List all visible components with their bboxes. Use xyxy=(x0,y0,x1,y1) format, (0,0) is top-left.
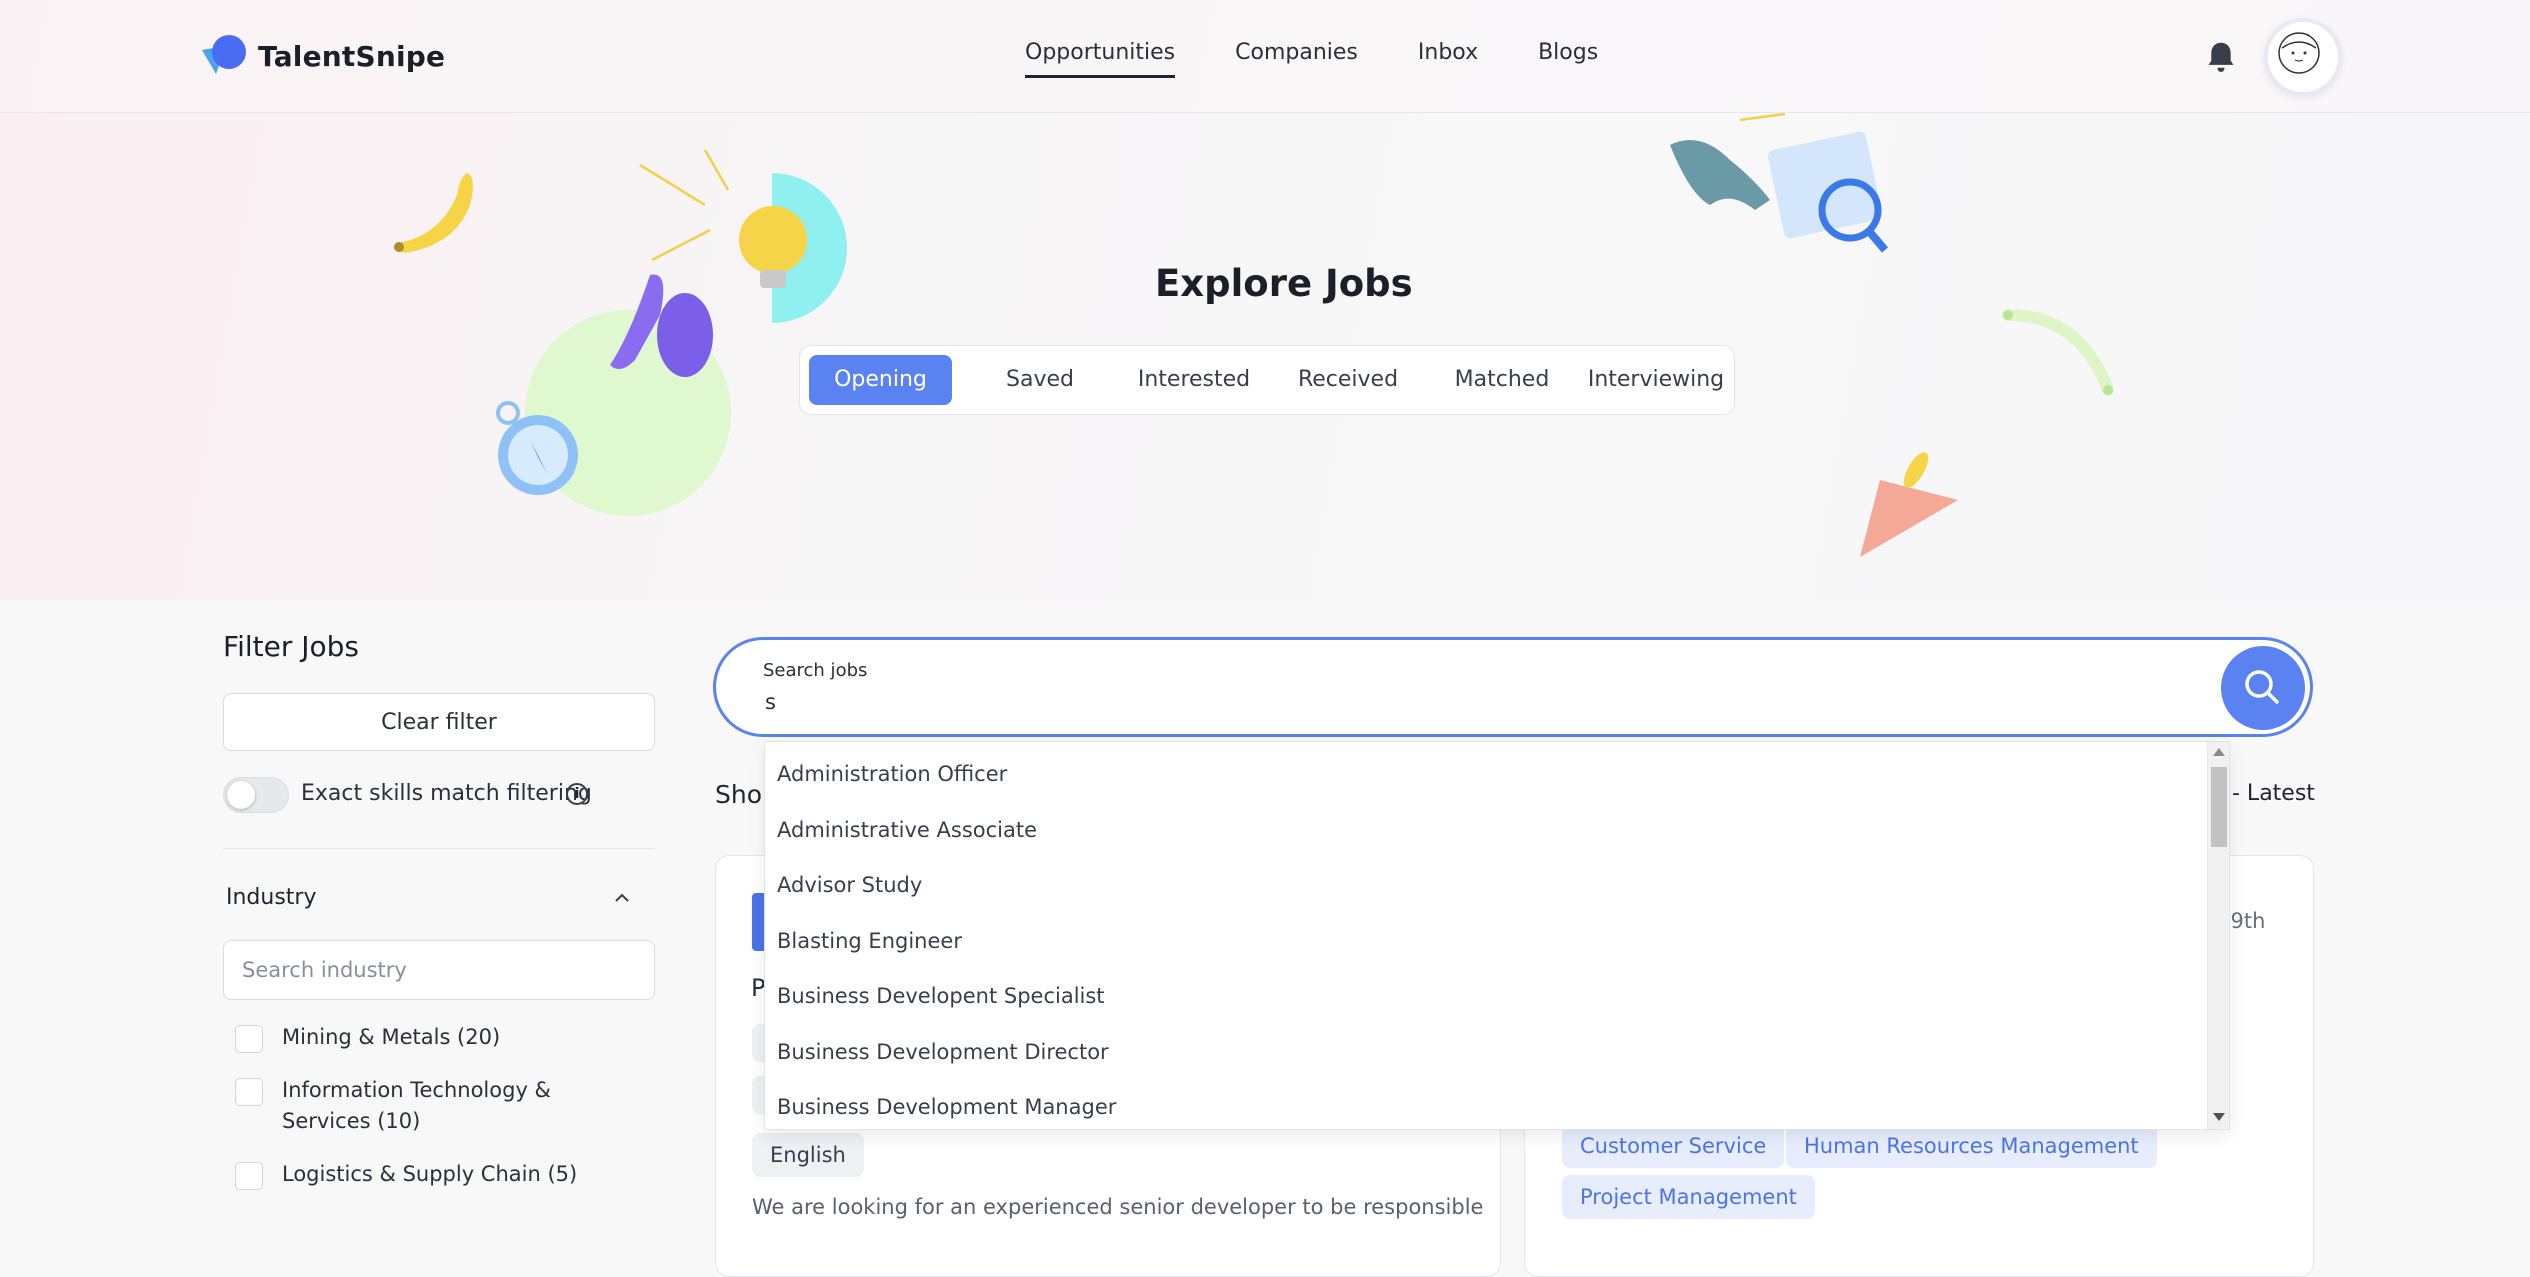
tab-interviewing[interactable]: Interviewing xyxy=(1579,355,1733,405)
industry-option-label: Logistics & Supply Chain (5) xyxy=(282,1162,578,1186)
industry-section-title[interactable]: Industry xyxy=(226,885,317,910)
banana-decoration xyxy=(394,173,473,253)
results-count-text: Sho xyxy=(715,780,763,809)
nav-opportunities[interactable]: Opportunities xyxy=(1025,40,1176,78)
suggestion-item[interactable]: Business Developent Specialist xyxy=(777,984,1105,1008)
suggestion-item[interactable]: Administrative Associate xyxy=(777,818,1037,842)
bell-icon[interactable] xyxy=(2204,40,2238,76)
industry-checkbox[interactable] xyxy=(235,1162,263,1190)
industry-option-label: Mining & Metals (20) xyxy=(282,1025,501,1049)
arc-decoration xyxy=(2002,309,2114,396)
company-logo xyxy=(752,893,764,951)
logo-icon xyxy=(196,32,248,80)
dropdown-scrollbar[interactable] xyxy=(2207,742,2229,1129)
clear-filter-button[interactable]: Clear filter xyxy=(223,693,655,751)
skill-chip: Human Resources Management xyxy=(1786,1124,2157,1168)
scroll-down-icon[interactable] xyxy=(2213,1113,2225,1121)
nav-blogs[interactable]: Blogs xyxy=(1538,40,1598,78)
scroll-up-icon[interactable] xyxy=(2213,748,2225,756)
info-icon[interactable]: i xyxy=(566,783,588,805)
suggestion-item[interactable]: Advisor Study xyxy=(777,873,922,897)
skill-chip xyxy=(752,1076,764,1114)
suggestion-item[interactable]: Business Development Manager xyxy=(777,1095,1116,1119)
compass-decoration xyxy=(496,274,731,516)
industry-option-label: Information Technology & Services (10) xyxy=(282,1078,551,1133)
brand-logo[interactable]: TalentSnipe xyxy=(196,32,445,80)
job-tabs: Opening Saved Interested Received Matche… xyxy=(799,345,1735,415)
search-label: Search jobs xyxy=(763,660,868,681)
chevron-up-icon[interactable] xyxy=(612,888,632,908)
language-chip: English xyxy=(752,1133,864,1177)
tab-saved[interactable]: Saved xyxy=(963,355,1117,405)
brand-name: TalentSnipe xyxy=(258,39,446,73)
tab-interested[interactable]: Interested xyxy=(1117,355,1271,405)
industry-checkbox[interactable] xyxy=(235,1025,263,1053)
toggle-knob xyxy=(227,781,255,809)
exact-match-toggle[interactable] xyxy=(223,777,289,813)
search-input[interactable]: s xyxy=(765,690,776,714)
skill-chip: Project Management xyxy=(1562,1175,1815,1219)
triangle-decoration xyxy=(1860,452,1958,557)
main-nav: Opportunities Companies Inbox Blogs xyxy=(1025,40,1658,78)
search-icon xyxy=(2245,670,2279,704)
industry-search-input[interactable]: Search industry xyxy=(223,940,655,1000)
suggestion-item[interactable]: Administration Officer xyxy=(777,762,1007,786)
search-suggestions: Administration Officer Administrative As… xyxy=(764,741,2230,1130)
exact-match-label: Exact skills match filtering xyxy=(301,781,592,806)
user-avatar[interactable] xyxy=(2264,18,2342,96)
job-description: We are looking for an experienced senior… xyxy=(752,1195,1484,1219)
magnifier-decoration xyxy=(1670,112,1889,253)
sort-label[interactable]: - Latest xyxy=(2232,781,2315,806)
filter-title: Filter Jobs xyxy=(223,630,359,663)
tab-opening[interactable]: Opening xyxy=(809,355,952,405)
top-header: TalentSnipe Opportunities Companies Inbo… xyxy=(0,0,2530,113)
page-title: Explore Jobs xyxy=(1155,262,1413,305)
tab-received[interactable]: Received xyxy=(1271,355,1425,405)
sidebar-divider xyxy=(223,848,655,849)
industry-checkbox[interactable] xyxy=(235,1078,263,1106)
nav-companies[interactable]: Companies xyxy=(1235,40,1358,78)
suggestion-item[interactable]: Business Development Director xyxy=(777,1040,1109,1064)
tab-matched[interactable]: Matched xyxy=(1425,355,1579,405)
skill-chip xyxy=(752,1024,764,1062)
suggestion-item[interactable]: Blasting Engineer xyxy=(777,929,962,953)
search-button[interactable] xyxy=(2221,646,2305,730)
skill-chip: Customer Service xyxy=(1562,1124,1785,1168)
nav-inbox[interactable]: Inbox xyxy=(1418,40,1478,78)
scroll-thumb[interactable] xyxy=(2211,767,2227,847)
search-bar[interactable]: Search jobs s xyxy=(713,637,2313,737)
